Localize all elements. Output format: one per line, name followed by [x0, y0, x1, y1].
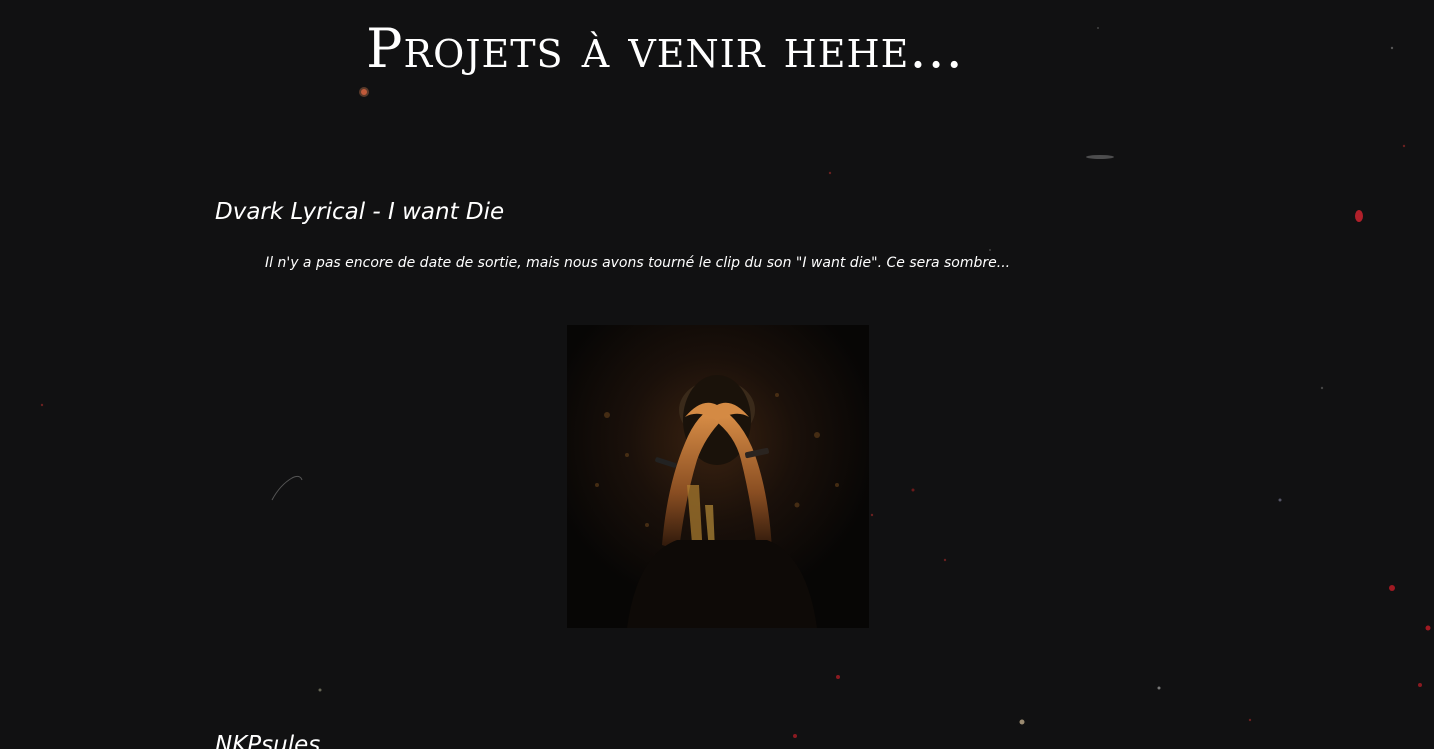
page-title: Projets à venir hehe...	[366, 17, 964, 80]
project-title: NKPsules	[215, 732, 321, 749]
project-cover-image	[567, 325, 869, 628]
project-title: Dvark Lyrical - I want Die	[215, 199, 505, 225]
project-description: Il n'y a pas encore de date de sortie, m…	[265, 255, 1011, 271]
